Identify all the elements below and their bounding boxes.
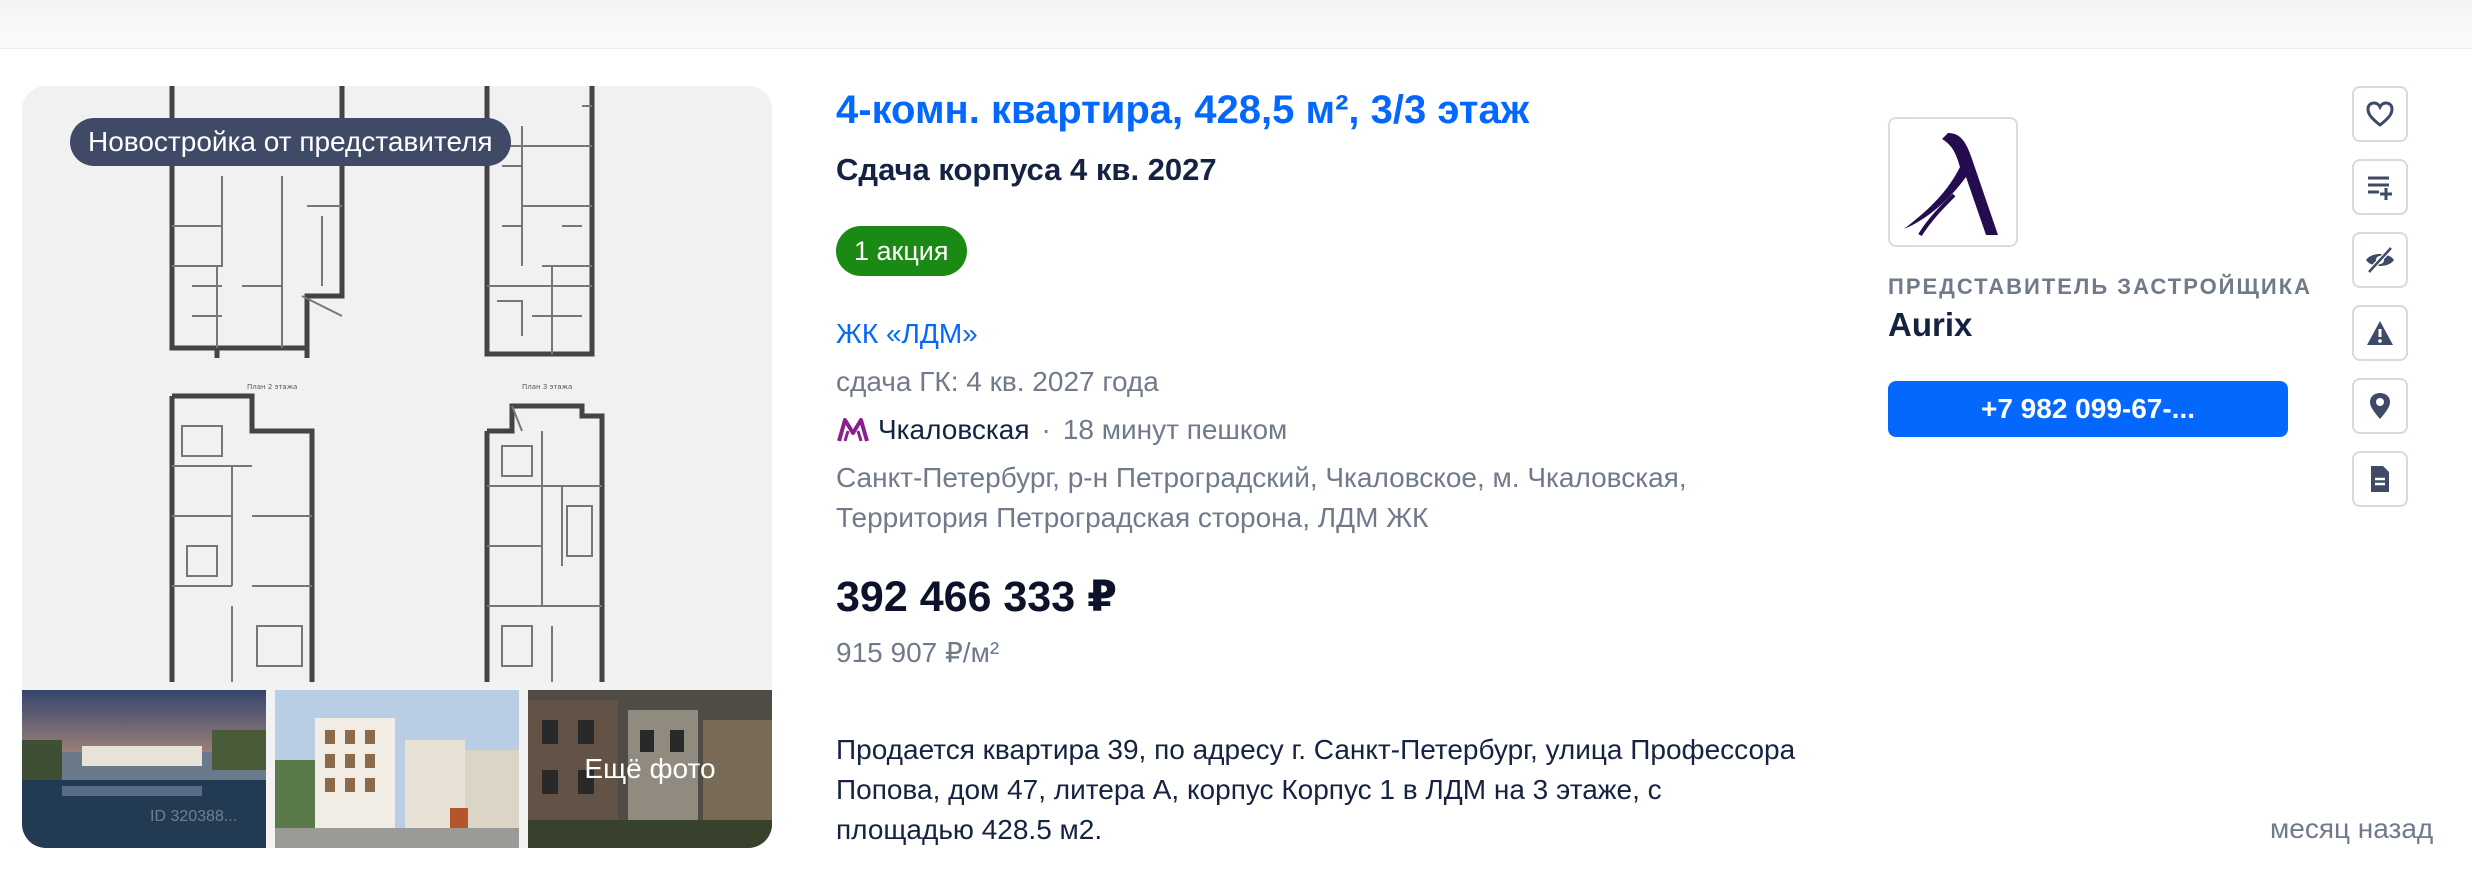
show-on-map-button[interactable]	[2352, 378, 2408, 434]
metro-walk-time: 18 минут пешком	[1062, 414, 1288, 445]
hide-button[interactable]	[2352, 232, 2408, 288]
metro-station[interactable]: Чкаловская	[878, 414, 1029, 446]
listing-title[interactable]: 4-комн. квартира, 428,5 м², 3/3 этаж	[836, 88, 1529, 133]
thumbnail-caption: ID 320388...	[150, 808, 238, 825]
metro-info: Чкаловская · 18 минут пешком	[836, 414, 1287, 446]
lambda-logo-icon	[1904, 133, 1998, 237]
report-button[interactable]	[2352, 305, 2408, 361]
metro-separator: ·	[1041, 414, 1051, 445]
complex-link[interactable]: ЖК «ЛДМ»	[836, 318, 978, 350]
svg-text:План 3 этажа: План 3 этажа	[522, 383, 572, 391]
metro-icon	[836, 417, 870, 443]
agent-role: ПРЕДСТАВИТЕЛЬ ЗАСТРОЙЩИКА	[1888, 274, 2313, 299]
thumbnail-3-more[interactable]: Ещё фото	[528, 690, 772, 848]
document-button[interactable]	[2352, 451, 2408, 507]
hide-icon	[2366, 246, 2394, 274]
document-icon	[2371, 466, 2389, 492]
map-pin-icon	[2370, 393, 2390, 419]
agent-logo[interactable]	[1888, 117, 2018, 247]
thumbnail-strip: ID 320388... Ещё фото	[22, 690, 772, 848]
svg-text:План 2 этажа: План 2 этажа	[247, 383, 297, 391]
photo-gallery[interactable]: План 2 этажа План 3 этажа Новостройка от…	[22, 86, 772, 848]
price: 392 466 333 ₽	[836, 573, 1117, 621]
thumbnail-1[interactable]: ID 320388...	[22, 690, 266, 848]
promo-badge[interactable]: 1 акция	[836, 226, 967, 276]
heart-icon	[2366, 101, 2394, 127]
published-time: месяц назад	[2270, 813, 2434, 844]
description: Продается квартира 39, по адресу г. Санк…	[836, 734, 1796, 845]
add-to-list-icon	[2368, 176, 2392, 200]
new-building-badge: Новостройка от представителя	[70, 118, 511, 166]
thumbnail-2[interactable]	[275, 690, 519, 848]
delivery-subtitle: Сдача корпуса 4 кв. 2027	[836, 152, 1217, 187]
deadline-text: сдача ГК: 4 кв. 2027 года	[836, 366, 1159, 397]
more-photos-label[interactable]: Ещё фото	[528, 690, 772, 848]
add-to-list-button[interactable]	[2352, 159, 2408, 215]
show-phone-button[interactable]: +7 982 099-67-...	[1888, 381, 2288, 437]
address-text[interactable]: Санкт-Петербург, р-н Петроградский, Чкал…	[836, 458, 1756, 538]
agent-name[interactable]: Aurix	[1888, 306, 1972, 344]
top-strip	[0, 0, 2472, 49]
floor-plan-image[interactable]: План 2 этажа План 3 этажа	[22, 86, 772, 682]
price-per-meter: 915 907 ₽/м²	[836, 637, 1000, 668]
favorite-button[interactable]	[2352, 86, 2408, 142]
warning-icon	[2367, 321, 2393, 345]
